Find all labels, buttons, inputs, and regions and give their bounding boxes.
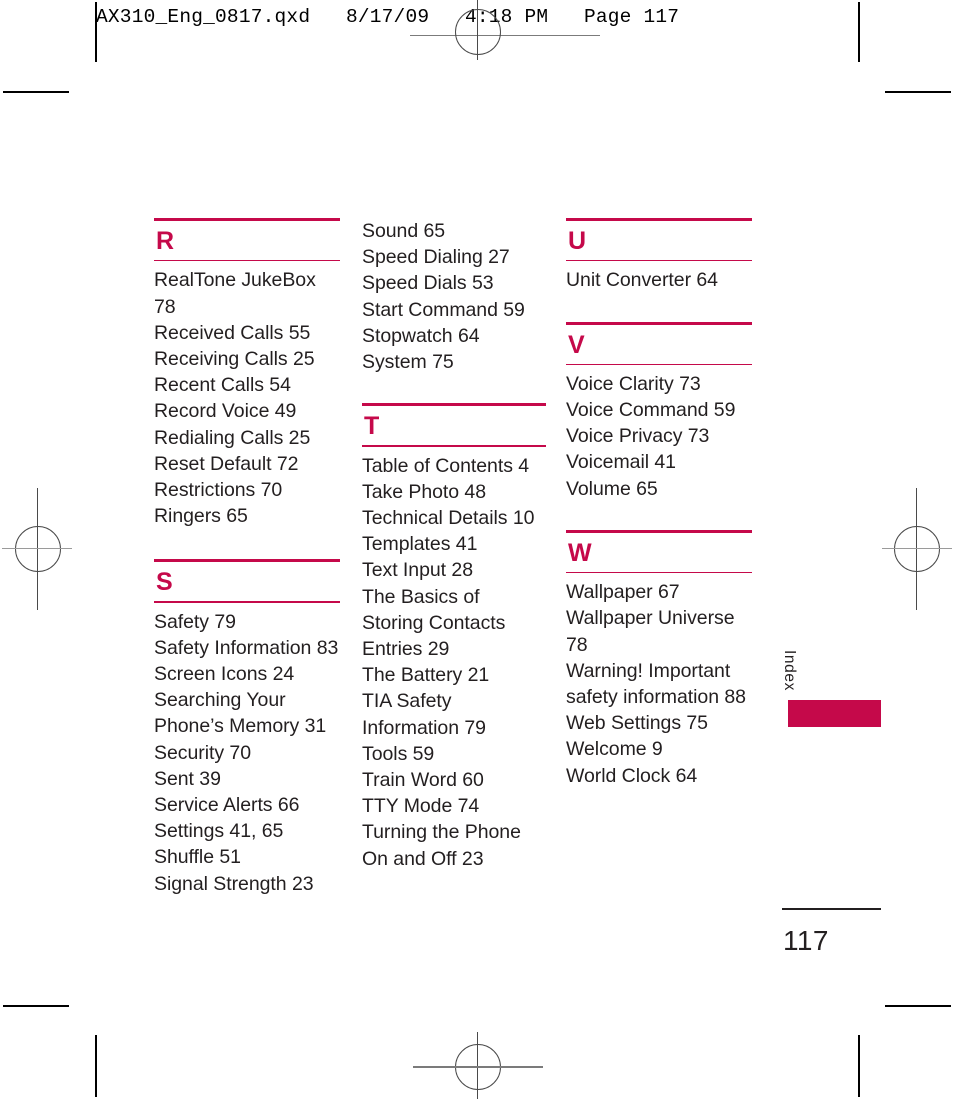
index-entry[interactable]: Wallpaper Universe 78 (566, 605, 752, 657)
section-letter-T: T (364, 412, 380, 441)
index-entry[interactable]: Shuffle 51 (154, 844, 340, 870)
index-column-1: R RealTone JukeBox 78 Received Calls 55 … (154, 218, 340, 897)
index-entry[interactable]: Settings 41, 65 (154, 818, 340, 844)
index-section-U: U Unit Converter 64 (566, 218, 752, 294)
index-entry[interactable]: The Battery 21 (362, 662, 546, 688)
index-entry[interactable]: Sound 65 (362, 218, 546, 244)
index-entry[interactable]: Voice Command 59 (566, 397, 752, 423)
section-entries-S: Safety 79 Safety Information 83 Screen I… (154, 603, 340, 897)
index-entry[interactable]: Redialing Calls 25 (154, 425, 340, 451)
index-entry[interactable]: Tools 59 (362, 741, 546, 767)
index-column-2: Sound 65 Speed Dialing 27 Speed Dials 53… (362, 218, 546, 872)
side-tab-marker (788, 700, 881, 727)
section-entries-U: Unit Converter 64 (566, 261, 752, 293)
section-letter-R: R (156, 227, 175, 255)
index-section-V: V Voice Clarity 73 Voice Command 59 Voic… (566, 321, 752, 502)
index-entry[interactable]: Record Voice 49 (154, 398, 340, 424)
index-entry[interactable]: Receiving Calls 25 (154, 346, 340, 372)
index-entry[interactable]: Speed Dialing 27 (362, 244, 546, 270)
index-entry[interactable]: Safety Information 83 (154, 635, 340, 661)
index-entry[interactable]: Templates 41 (362, 531, 546, 557)
side-tab-label: Index (781, 650, 798, 691)
index-entry[interactable]: Turning the Phone On and Off 23 (362, 819, 546, 871)
index-entry[interactable]: System 75 (362, 349, 546, 375)
index-entry[interactable]: Take Photo 48 (362, 479, 546, 505)
index-entry[interactable]: Safety 79 (154, 609, 340, 635)
index-entry[interactable]: Voicemail 41 (566, 449, 752, 475)
index-section-S-continued: Sound 65 Speed Dialing 27 Speed Dials 53… (362, 218, 546, 375)
page-number: 117 (783, 925, 829, 956)
section-entries-R: RealTone JukeBox 78 Received Calls 55 Re… (154, 261, 340, 529)
index-entry[interactable]: Restrictions 70 (154, 477, 340, 503)
index-section-W: W Wallpaper 67 Wallpaper Universe 78 War… (566, 529, 752, 789)
index-entry[interactable]: Reset Default 72 (154, 451, 340, 477)
index-entry[interactable]: Wallpaper 67 (566, 579, 752, 605)
index-entry[interactable]: Welcome 9 (566, 736, 752, 762)
index-page: R RealTone JukeBox 78 Received Calls 55 … (0, 0, 954, 1099)
index-entry[interactable]: Train Word 60 (362, 767, 546, 793)
section-entries-V: Voice Clarity 73 Voice Command 59 Voice … (566, 365, 752, 502)
index-entry[interactable]: Signal Strength 23 (154, 871, 340, 897)
index-entry[interactable]: Start Command 59 (362, 297, 546, 323)
index-entry[interactable]: Voice Privacy 73 (566, 423, 752, 449)
section-letter-W: W (568, 538, 592, 567)
section-entries-S-continued: Sound 65 Speed Dialing 27 Speed Dials 53… (362, 218, 546, 375)
index-section-S: S Safety 79 Safety Information 83 Screen… (154, 559, 340, 897)
section-entries-T: Table of Contents 4 Take Photo 48 Techni… (362, 447, 546, 872)
index-entry[interactable]: TTY Mode 74 (362, 793, 546, 819)
index-entry[interactable]: Warning! Important safety information 88 (566, 658, 752, 710)
index-entry[interactable]: Web Settings 75 (566, 710, 752, 736)
index-entry[interactable]: Speed Dials 53 (362, 270, 546, 296)
index-entry[interactable]: Volume 65 (566, 476, 752, 502)
index-column-3: U Unit Converter 64 V Voice Clarity 73 V… (566, 218, 752, 789)
index-entry[interactable]: Table of Contents 4 (362, 453, 546, 479)
folio-rule (782, 908, 881, 910)
index-entry[interactable]: Technical Details 10 (362, 505, 546, 531)
index-entry[interactable]: Text Input 28 (362, 557, 546, 583)
index-section-T: T Table of Contents 4 Take Photo 48 Tech… (362, 403, 546, 872)
index-entry[interactable]: RealTone JukeBox 78 (154, 267, 340, 319)
index-entry[interactable]: Searching Your Phone’s Memory 31 (154, 687, 340, 739)
index-entry[interactable]: Sent 39 (154, 766, 340, 792)
index-entry[interactable]: The Basics of Storing Contacts Entries 2… (362, 584, 546, 663)
index-entry[interactable]: Screen Icons 24 (154, 661, 340, 687)
section-letter-S: S (156, 568, 173, 597)
index-section-R: R RealTone JukeBox 78 Received Calls 55 … (154, 218, 340, 529)
index-entry[interactable]: Received Calls 55 (154, 320, 340, 346)
index-entry[interactable]: TIA Safety Information 79 (362, 688, 546, 740)
index-entry[interactable]: Stopwatch 64 (362, 323, 546, 349)
section-letter-U: U (568, 227, 587, 255)
index-entry[interactable]: Ringers 65 (154, 503, 340, 529)
index-entry[interactable]: Voice Clarity 73 (566, 371, 752, 397)
section-letter-V: V (568, 330, 585, 359)
index-entry[interactable]: Security 70 (154, 740, 340, 766)
index-entry[interactable]: World Clock 64 (566, 763, 752, 789)
section-entries-W: Wallpaper 67 Wallpaper Universe 78 Warni… (566, 573, 752, 789)
index-entry[interactable]: Service Alerts 66 (154, 792, 340, 818)
index-entry[interactable]: Recent Calls 54 (154, 372, 340, 398)
index-entry[interactable]: Unit Converter 64 (566, 267, 752, 293)
